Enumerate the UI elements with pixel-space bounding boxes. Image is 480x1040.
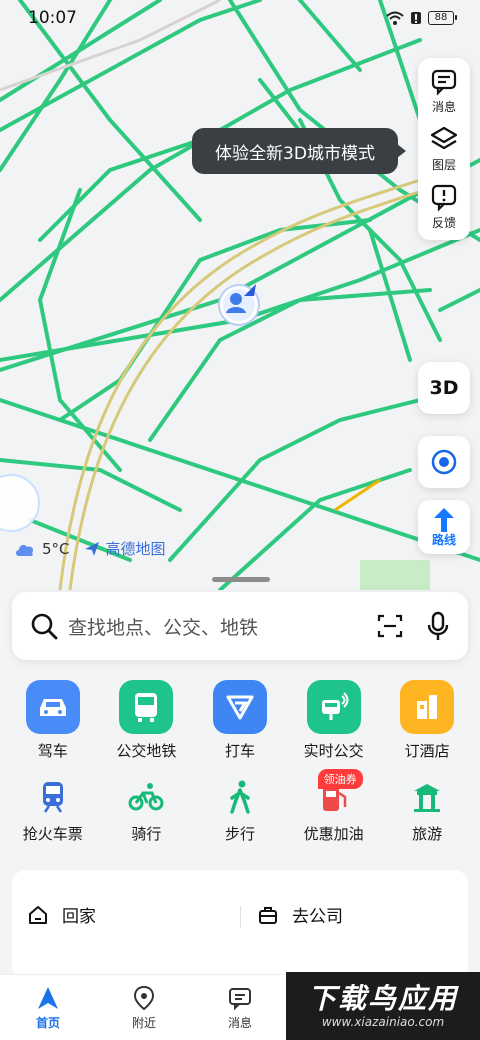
map-view[interactable]	[0, 0, 480, 590]
brand-name: 高德地图	[105, 540, 166, 558]
message-icon	[229, 988, 251, 1011]
microphone-icon[interactable]	[426, 611, 450, 641]
train-ticket-label: 抢火车票	[22, 825, 83, 843]
layers-button[interactable]: 图层	[418, 124, 470, 182]
drag-handle[interactable]	[212, 577, 270, 582]
travel-label: 旅游	[412, 825, 443, 843]
search-placeholder: 查找地点、公交、地铁	[68, 616, 259, 639]
taxi-label: 打车	[224, 742, 255, 760]
go-home-label: 回家	[62, 907, 96, 927]
locate-icon	[431, 449, 457, 475]
route-arrow-icon	[434, 507, 454, 532]
shortcut-card: 回家 去公司	[12, 870, 468, 980]
feedback-label: 反馈	[431, 216, 456, 230]
home-icon	[29, 905, 47, 924]
go-home-button[interactable]: 回家	[28, 902, 96, 927]
navigation-arrow-icon	[38, 987, 58, 1009]
battery-icon: 88	[428, 11, 457, 25]
taxi-button[interactable]: 打车	[195, 680, 285, 761]
location-pin-icon	[133, 985, 155, 1011]
watermark-title: 下载鸟应用	[307, 982, 458, 1015]
realtime-bus-icon	[306, 680, 361, 734]
map-tools-panel: 消息 图层 反馈	[418, 58, 470, 240]
3d-toggle-button[interactable]: 3D	[418, 362, 470, 414]
fuel-discount-button[interactable]: 领油券 优惠加油	[289, 769, 379, 844]
car-icon	[25, 680, 80, 734]
travel-icon	[407, 777, 447, 817]
shortcut-divider	[240, 906, 241, 928]
bike-icon	[126, 777, 166, 817]
status-bar: 10:07 88	[0, 0, 480, 36]
hotel-icon	[400, 680, 455, 734]
temperature: 5°C	[42, 539, 70, 558]
messages-label: 消息	[431, 100, 456, 114]
nav-home[interactable]: 首页	[0, 975, 96, 1040]
search-bar[interactable]: 查找地点、公交、地铁	[12, 592, 468, 660]
transit-label: 公交地铁	[116, 742, 177, 760]
scan-icon[interactable]	[376, 612, 404, 640]
heading-arrow-icon	[244, 284, 256, 296]
cycling-button[interactable]: 骑行	[101, 777, 191, 844]
go-work-label: 去公司	[292, 907, 343, 927]
quick-actions: 驾车 公交地铁 打车 实时公交 订酒店 抢火车票 骑行 步行 领油券 优惠加油 …	[0, 680, 480, 844]
drive-button[interactable]: 驾车	[8, 680, 98, 761]
wifi-icon	[386, 11, 404, 25]
bus-icon	[119, 680, 174, 734]
drive-label: 驾车	[37, 742, 68, 760]
briefcase-icon	[259, 906, 277, 924]
nav-messages-label: 消息	[227, 1016, 252, 1030]
nav-nearby-label: 附近	[131, 1016, 156, 1030]
quick-row-secondary: 抢火车票 骑行 步行 领油券 优惠加油 旅游	[0, 769, 480, 844]
3d-mode-tooltip[interactable]: 体验全新3D城市模式	[192, 128, 406, 174]
alert-icon	[411, 12, 421, 24]
train-icon	[33, 777, 73, 817]
status-time: 10:07	[28, 8, 77, 28]
hotel-button[interactable]: 订酒店	[382, 680, 472, 761]
taxi-icon	[212, 680, 267, 734]
layers-icon	[430, 126, 458, 150]
search-icon	[31, 613, 58, 640]
messages-button[interactable]: 消息	[418, 66, 470, 124]
locate-button[interactable]	[418, 436, 470, 488]
fuel-icon: 领油券	[314, 769, 363, 817]
status-icons: 88	[386, 11, 457, 25]
feedback-icon	[431, 184, 457, 212]
message-icon	[431, 69, 457, 96]
go-work-button[interactable]: 去公司	[258, 902, 343, 927]
watermark: 下载鸟应用 www.xiazainiao.com	[286, 972, 480, 1040]
route-label: 路线	[431, 532, 456, 547]
fuel-discount-label: 优惠加油	[303, 825, 364, 843]
feedback-button[interactable]: 反馈	[418, 182, 470, 240]
cycling-label: 骑行	[131, 825, 162, 843]
train-ticket-button[interactable]: 抢火车票	[8, 777, 98, 844]
realtime-bus-button[interactable]: 实时公交	[289, 680, 379, 761]
nav-home-label: 首页	[35, 1016, 60, 1030]
nav-nearby[interactable]: 附近	[96, 975, 192, 1040]
nav-messages[interactable]: 消息	[192, 975, 288, 1040]
cloud-icon	[16, 544, 34, 556]
quick-row-primary: 驾车 公交地铁 打车 实时公交 订酒店	[0, 680, 480, 761]
weather-info: 5°C 高德地图	[14, 538, 166, 559]
hotel-label: 订酒店	[404, 742, 450, 760]
amap-logo-icon	[84, 541, 99, 556]
route-button[interactable]: 路线	[418, 500, 470, 554]
walking-label: 步行	[224, 825, 255, 843]
walk-icon	[220, 777, 260, 817]
realtime-bus-label: 实时公交	[303, 742, 364, 760]
watermark-url: www.xiazainiao.com	[321, 1015, 445, 1029]
travel-button[interactable]: 旅游	[382, 777, 472, 844]
fuel-coupon-badge: 领油券	[317, 769, 363, 789]
walking-button[interactable]: 步行	[195, 777, 285, 844]
layers-label: 图层	[431, 158, 456, 172]
transit-button[interactable]: 公交地铁	[101, 680, 191, 761]
